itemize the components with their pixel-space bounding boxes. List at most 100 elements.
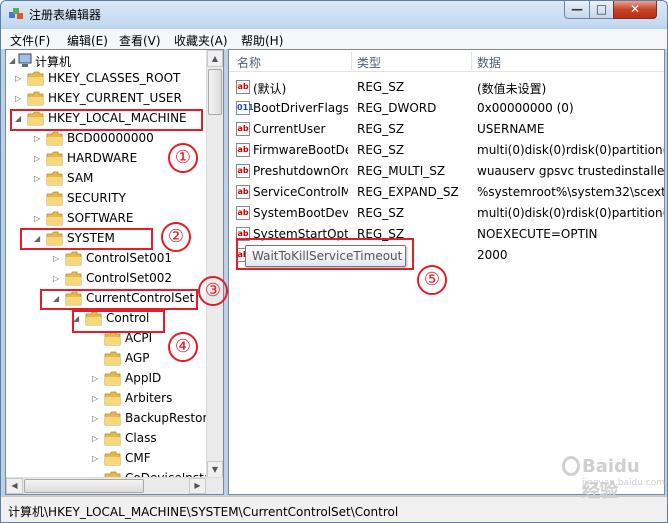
- expander-icon[interactable]: ▷: [53, 254, 62, 263]
- menu-edit[interactable]: 编辑(E): [67, 32, 108, 49]
- value-row[interactable]: abPreshutdownOrder REG_MULTI_SZ wuauserv g…: [229, 161, 664, 182]
- scrollbar-thumb[interactable]: [24, 479, 144, 493]
- folder-icon: [65, 251, 82, 266]
- value-row[interactable]: ab CurrentUser REG_SZ USERNAME: [229, 119, 664, 140]
- tree-node-label: HARDWARE: [67, 151, 138, 165]
- window-title: 注册表编辑器: [29, 8, 102, 22]
- highlight-control: [72, 310, 165, 333]
- tree-node-label: ControlSet001: [86, 251, 172, 265]
- value-data: USERNAME: [477, 122, 545, 136]
- column-header-type[interactable]: 类型: [357, 54, 381, 71]
- expander-icon[interactable]: ▷: [15, 94, 24, 103]
- value-type: REG_MULTI_SZ: [357, 164, 446, 178]
- annotation-2: ②: [161, 222, 191, 252]
- folder-icon: [104, 391, 121, 406]
- tree-node-label: Arbiters: [125, 391, 173, 405]
- value-row[interactable]: abFirmwareBootDevice REG_SZ multi(0)disk(0…: [229, 140, 664, 161]
- scroll-down-icon[interactable]: ▼: [207, 461, 223, 478]
- column-divider[interactable]: [351, 52, 352, 70]
- value-name: ServiceControlManagerExtension: [253, 185, 348, 199]
- string-value-icon: ab: [236, 122, 250, 136]
- values-list[interactable]: 名称 类型 数据 ab (默认) REG_SZ (数值未设置) 011 BootDrive…: [228, 49, 665, 495]
- scrollbar-thumb[interactable]: [208, 69, 222, 115]
- close-button[interactable]: ✕: [613, 1, 657, 19]
- column-headers: 名称 类型 数据: [229, 50, 664, 72]
- tree-vertical-scrollbar[interactable]: ▲ ▼: [206, 50, 223, 478]
- annotation-1: ①: [168, 143, 198, 173]
- value-type: REG_SZ: [357, 80, 405, 94]
- scroll-up-icon[interactable]: ▲: [207, 50, 223, 67]
- minimize-button[interactable]: —: [564, 1, 590, 19]
- value-row[interactable]: abSystemBootDevice REG_SZ multi(0)disk(0)r…: [229, 203, 664, 224]
- scroll-left-icon[interactable]: ◀: [6, 478, 23, 494]
- scroll-right-icon[interactable]: ▶: [189, 478, 206, 494]
- expander-icon[interactable]: ▷: [15, 74, 24, 83]
- value-name: CurrentUser: [253, 122, 326, 136]
- column-header-data[interactable]: 数据: [477, 54, 501, 71]
- value-data: %systemroot%\system32\scext.dll: [477, 185, 664, 199]
- folder-icon: [104, 331, 121, 346]
- string-value-icon: ab: [236, 185, 250, 199]
- tree-node-label: AGP: [125, 351, 150, 365]
- expander-icon[interactable]: ▷: [34, 174, 43, 183]
- expander-icon[interactable]: ▷: [92, 394, 101, 403]
- title-bar[interactable]: 注册表编辑器 — □ ✕: [1, 1, 667, 27]
- folder-icon: [27, 71, 44, 86]
- expander-icon[interactable]: ▷: [53, 274, 62, 283]
- value-type: REG_EXPAND_SZ: [357, 185, 459, 199]
- folder-icon: [104, 451, 121, 466]
- maximize-button[interactable]: □: [589, 1, 614, 19]
- expander-icon[interactable]: ▷: [92, 414, 101, 423]
- tree-node-label: HKEY_CURRENT_USER: [48, 91, 182, 105]
- annotation-5: ⑤: [417, 265, 447, 295]
- computer-icon: [18, 53, 32, 67]
- folder-icon: [46, 191, 63, 206]
- value-row[interactable]: ab (默认) REG_SZ (数值未设置): [229, 77, 664, 98]
- tree-node-label: ControlSet002: [86, 271, 172, 285]
- tree-node-label: SOFTWARE: [67, 211, 134, 225]
- menu-file[interactable]: 文件(F): [10, 32, 50, 49]
- expander-icon[interactable]: ▷: [34, 154, 43, 163]
- tree-node-label: SAM: [67, 171, 94, 185]
- value-row[interactable]: abServiceControlManagerExtension REG_EXPA…: [229, 182, 664, 203]
- expander-icon[interactable]: ▷: [92, 454, 101, 463]
- tree-horizontal-scrollbar[interactable]: ◀ ▶: [6, 477, 223, 494]
- string-value-icon: ab: [236, 164, 250, 178]
- value-data: 2000: [477, 248, 508, 262]
- value-data: 0x00000000 (0): [477, 101, 574, 115]
- expander-icon[interactable]: ▷: [34, 134, 43, 143]
- value-name: SystemBootDevice: [253, 206, 348, 220]
- value-name: FirmwareBootDevice: [253, 143, 348, 157]
- expander-icon[interactable]: [92, 334, 101, 343]
- string-value-icon: ab: [236, 206, 250, 220]
- expander-icon[interactable]: ▷: [34, 214, 43, 223]
- value-name: (默认): [253, 82, 287, 96]
- close-icon: ✕: [629, 2, 641, 16]
- value-type: REG_SZ: [357, 122, 405, 136]
- expander-icon[interactable]: [92, 354, 101, 363]
- menu-favorites[interactable]: 收藏夹(A): [174, 32, 228, 49]
- menu-view[interactable]: 查看(V): [119, 32, 161, 49]
- expander-icon[interactable]: [34, 194, 43, 203]
- tree-node-label: Class: [125, 431, 157, 445]
- highlight-waittokill: [236, 238, 414, 270]
- highlight-hklm: [10, 109, 203, 131]
- value-row[interactable]: 011 BootDriverFlags REG_DWORD 0x00000000 (0…: [229, 98, 664, 119]
- folder-icon: [104, 411, 121, 426]
- tree-node-label: 计算机: [35, 55, 72, 69]
- folder-icon: [27, 91, 44, 106]
- baidu-watermark: Baidu 经验 jingyan.baidu.com: [562, 452, 665, 502]
- regedit-app-icon: [9, 8, 23, 19]
- expander-icon[interactable]: ▷: [92, 434, 101, 443]
- menu-help[interactable]: 帮助(H): [241, 32, 283, 49]
- annotation-3: ③: [198, 276, 228, 306]
- expander-icon[interactable]: ▷: [92, 374, 101, 383]
- value-data: NOEXECUTE=OPTIN: [477, 227, 598, 241]
- minimize-icon: —: [571, 2, 583, 16]
- tree-node-label: BackupRestore: [125, 411, 215, 425]
- column-header-name[interactable]: 名称: [237, 54, 261, 71]
- column-divider[interactable]: [471, 52, 472, 70]
- tree-node-label: SECURITY: [67, 191, 126, 205]
- annotation-4: ④: [168, 332, 198, 362]
- string-value-icon: ab: [236, 80, 250, 94]
